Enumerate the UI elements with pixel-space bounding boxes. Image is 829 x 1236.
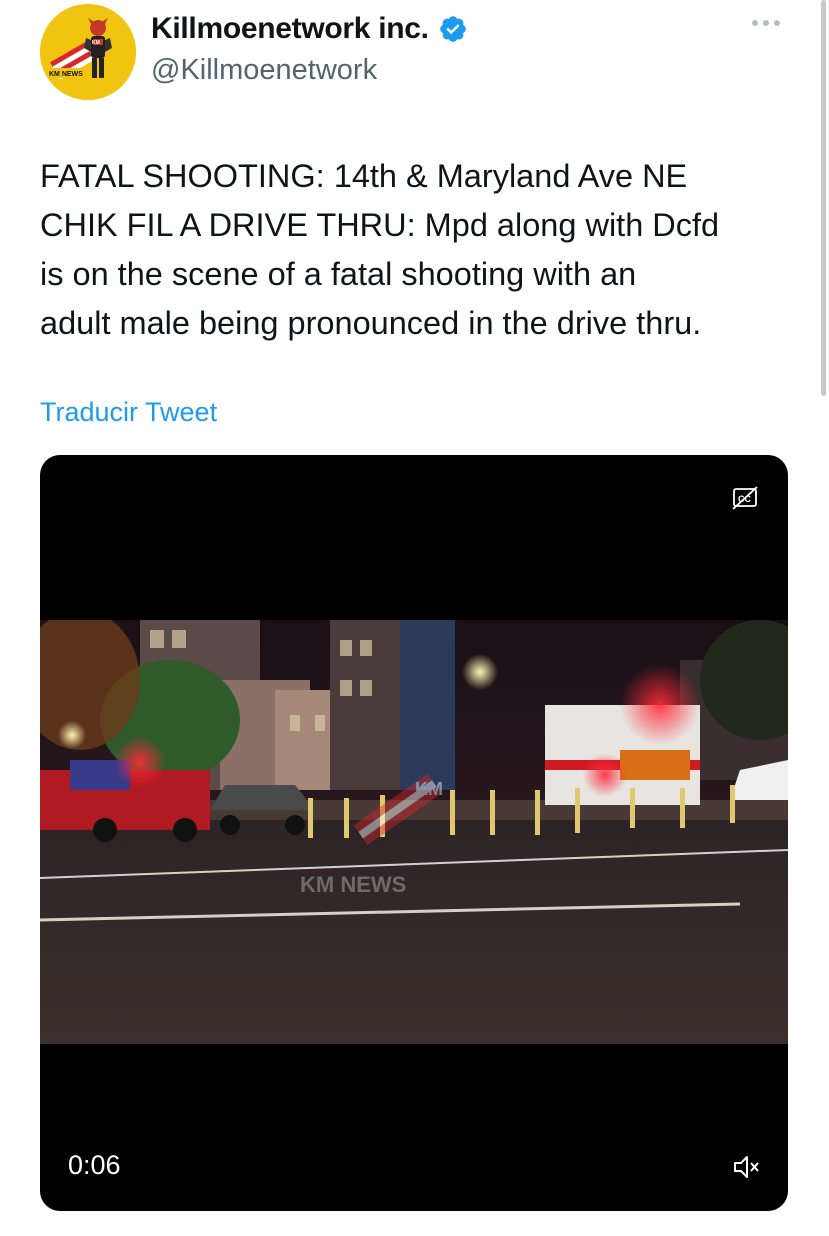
tweet-text: FATAL SHOOTING: 14th & Maryland Ave NE C… [40,152,800,348]
tweet-text-line: is on the scene of a fatal shooting with… [40,256,637,292]
watermark-logo-text: KM [415,779,443,799]
more-dot [774,20,780,26]
verified-badge-icon [439,16,466,42]
tweet-text-line: FATAL SHOOTING: 14th & Maryland Ave NE [40,158,688,194]
more-dot [752,20,758,26]
video-frame: KM KM NEWS [40,620,788,1044]
km-news-logo-icon: KM KM NEWS [40,4,136,100]
closed-captions-off-icon[interactable]: CC [732,486,758,510]
author-display-name[interactable]: Killmoenetwork inc. [151,12,429,46]
author-name-row[interactable]: Killmoenetwork inc. [151,12,468,46]
tweet-text-line: adult male being pronounced in the drive… [40,305,702,341]
author-handle[interactable]: @Killmoenetwork [151,54,377,87]
svg-text:KM NEWS: KM NEWS [49,71,83,78]
video-player[interactable]: KM KM NEWS CC 0:06 [40,455,788,1211]
translate-tweet-link[interactable]: Traducir Tweet [40,397,217,428]
video-time: 0:06 [68,1150,121,1180]
avatar[interactable]: KM KM NEWS [40,4,136,100]
more-dot [763,20,769,26]
scrollbar[interactable] [821,0,826,396]
more-options-icon[interactable] [752,20,780,26]
night-street-scene: KM KM NEWS [40,620,788,1044]
svg-text:KM: KM [92,40,100,46]
speaker-muted-icon[interactable] [732,1154,760,1180]
tweet-text-line: CHIK FIL A DRIVE THRU: Mpd along with Dc… [40,207,720,243]
watermark-text: KM NEWS [300,872,406,897]
